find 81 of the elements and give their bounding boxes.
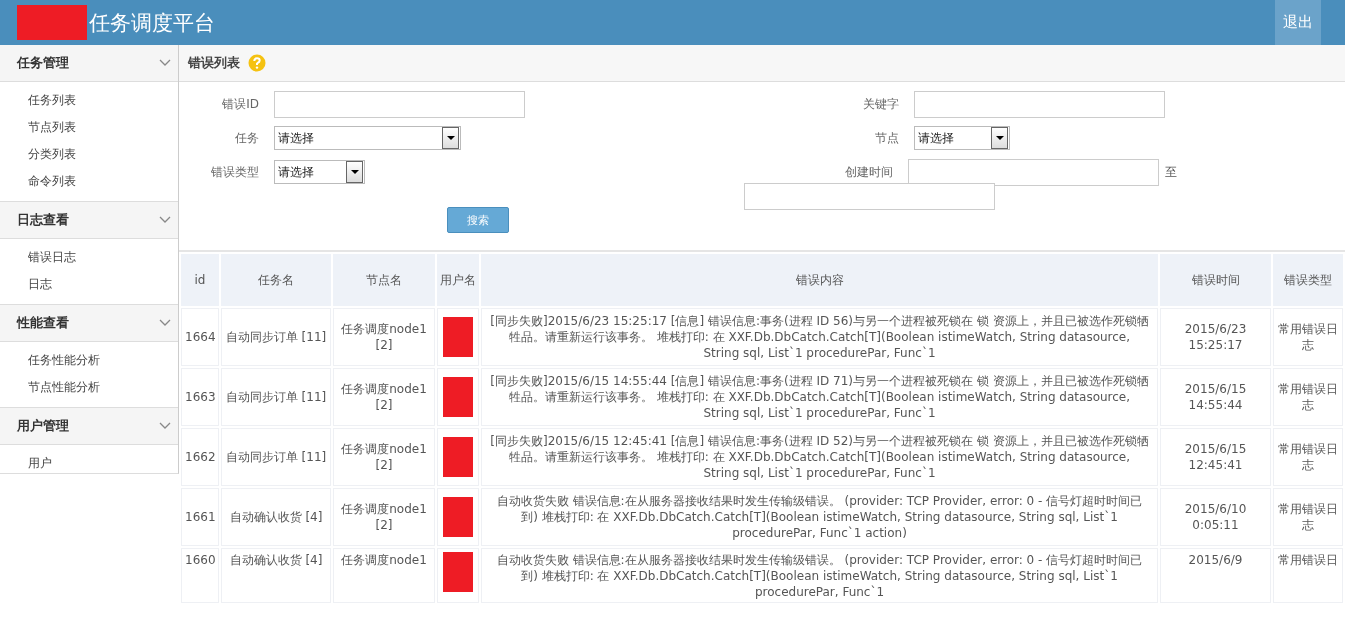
table-cell: 1661: [181, 488, 219, 546]
field-label: 关键字: [862, 95, 899, 113]
range-separator: 至: [1165, 163, 1177, 181]
table-cell: 常用错误日: [1273, 548, 1343, 603]
redacted-block: [443, 437, 473, 477]
task-select[interactable]: 请选择: [274, 126, 461, 150]
end-date-field[interactable]: [744, 183, 995, 210]
field-label: 错误ID: [221, 95, 259, 113]
chevron-icon: [159, 216, 171, 224]
redacted-block: [443, 552, 473, 592]
table-cell: 自动确认收货 [4]: [221, 488, 331, 546]
table-cell: 2015/6/15 14:55:44: [1160, 368, 1271, 426]
help-icon[interactable]: [248, 54, 266, 72]
column-header: 节点名: [333, 254, 435, 306]
table-cell: 自动同步订单 [11]: [221, 428, 331, 486]
column-header: 错误内容: [481, 254, 1158, 306]
table-cell: 1664: [181, 308, 219, 366]
start-date-field[interactable]: [908, 158, 1159, 186]
keyword-field[interactable]: [914, 90, 1165, 118]
field-label: 节点: [874, 129, 899, 147]
group-label: 日志查看: [17, 211, 69, 229]
table-cell: 常用错误日志: [1273, 488, 1343, 546]
error-id-field[interactable]: [274, 90, 525, 118]
app-title: 任务调度平台: [89, 9, 215, 37]
column-header: 用户名: [437, 254, 479, 306]
table-cell: 任务调度node1 [2]: [333, 428, 435, 486]
sidebar-group-header[interactable]: 性能查看: [0, 304, 178, 342]
sidebar-item[interactable]: 任务性能分析: [0, 347, 178, 374]
sidebar-group-header[interactable]: 用户管理: [0, 407, 178, 445]
error-type-select[interactable]: 请选择: [274, 160, 365, 184]
sidebar-item[interactable]: 用户: [0, 450, 178, 477]
group-label: 性能查看: [17, 314, 69, 332]
chevron-icon: [159, 422, 171, 430]
table-cell: 常用错误日志: [1273, 308, 1343, 366]
sidebar-item[interactable]: 错误日志: [0, 244, 178, 271]
table-cell: [同步失败]2015/6/15 14:55:44 [信息] 错误信息:事务(进程 ID 71)与另一个进程被死锁在 锁 资源上，并且已被选作死锁牺牲品。请重新运行该事务。 堆栈打印: 在 XXF.Db.DbCatch.Catch[T](Boolean istimeWatch, String datasource, String sql, List`1 procedurePar, Func`1: [481, 368, 1158, 426]
chevron-icon: [159, 59, 171, 67]
field-label: 任务: [234, 129, 259, 147]
table-cell: 2015/6/10 0:05:11: [1160, 488, 1271, 546]
table-cell: 2015/6/15 12:45:41: [1160, 428, 1271, 486]
redacted-logo-block: [17, 5, 87, 40]
field-label: 错误类型: [210, 163, 259, 181]
table-cell: 任务调度node1 [2]: [333, 488, 435, 546]
chevron-icon: [159, 319, 171, 327]
node-select[interactable]: 请选择: [914, 126, 1010, 150]
sidebar-item[interactable]: 命令列表: [0, 168, 178, 195]
group-label: 用户管理: [17, 417, 69, 435]
redacted-block: [443, 497, 473, 537]
table-cell: 自动确认收货 [4]: [221, 548, 331, 603]
page-title: 错误列表: [188, 54, 240, 72]
table-cell: 2015/6/9: [1160, 548, 1271, 603]
redacted-block: [443, 317, 473, 357]
sidebar-item[interactable]: 日志: [0, 271, 178, 298]
table-cell: 自动收货失败 错误信息:在从服务器接收结果时发生传输级错误。 (provider: TCP Provider, error: 0 - 信号灯超时时间已到) 堆栈打印: 在 XXF.Db.DbCatch.Catch[T](Boolean istimeWatch, String datasource, String sql, List`1 procedurePar, Func`1: [481, 548, 1158, 603]
sidebar-item[interactable]: 分类列表: [0, 141, 178, 168]
column-header: 错误时间: [1160, 254, 1271, 306]
column-header: 任务名: [221, 254, 331, 306]
table-cell: 自动收货失败 错误信息:在从服务器接收结果时发生传输级错误。 (provider: TCP Provider, error: 0 - 信号灯超时时间已到) 堆栈打印: 在 XXF.Db.DbCatch.Catch[T](Boolean istimeWatch, String datasource, String sql, List`1 procedurePar, Func`1 action): [481, 488, 1158, 546]
table-cell: 自动同步订单 [11]: [221, 368, 331, 426]
field-label: 创建时间: [844, 163, 893, 181]
table-cell: 2015/6/23 15:25:17: [1160, 308, 1271, 366]
table-cell: 1660: [181, 548, 219, 603]
column-header: 错误类型: [1273, 254, 1343, 306]
table-cell: 自动同步订单 [11]: [221, 308, 331, 366]
table-cell: [同步失败]2015/6/15 12:45:41 [信息] 错误信息:事务(进程 ID 52)与另一个进程被死锁在 锁 资源上，并且已被选作死锁牺牲品。请重新运行该事务。 堆栈打印: 在 XXF.Db.DbCatch.Catch[T](Boolean istimeWatch, String datasource, String sql, List`1 procedurePar, Func`1: [481, 428, 1158, 486]
table-cell: [同步失败]2015/6/23 15:25:17 [信息] 错误信息:事务(进程 ID 56)与另一个进程被死锁在 锁 资源上，并且已被选作死锁牺牲品。请重新运行该事务。 堆栈打印: 在 XXF.Db.DbCatch.Catch[T](Boolean istimeWatch, String datasource, String sql, List`1 procedurePar, Func`1: [481, 308, 1158, 366]
table-cell: 任务调度node1: [333, 548, 435, 603]
sidebar-group-header[interactable]: 任务管理: [0, 45, 178, 82]
group-label: 任务管理: [17, 54, 69, 72]
table-cell: 常用错误日志: [1273, 368, 1343, 426]
sidebar-item[interactable]: 任务列表: [0, 87, 178, 114]
table-cell: 1662: [181, 428, 219, 486]
sidebar-group-header[interactable]: 日志查看: [0, 201, 178, 239]
sidebar-item[interactable]: 节点列表: [0, 114, 178, 141]
table-cell: 1663: [181, 368, 219, 426]
table-cell: 任务调度node1 [2]: [333, 368, 435, 426]
column-header: id: [181, 254, 219, 306]
table-cell: 常用错误日志: [1273, 428, 1343, 486]
redacted-block: [443, 377, 473, 417]
table-cell: 任务调度node1 [2]: [333, 308, 435, 366]
sidebar-item[interactable]: 节点性能分析: [0, 374, 178, 401]
